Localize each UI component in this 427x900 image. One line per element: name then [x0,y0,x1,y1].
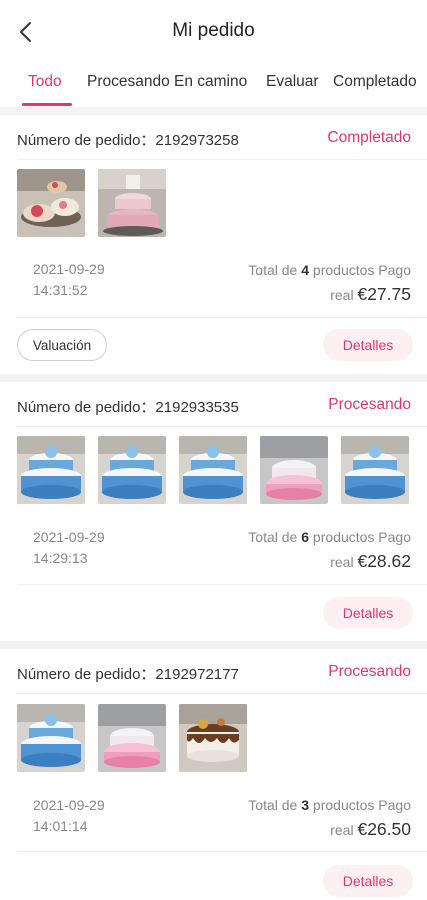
order-status: Procesando [328,396,411,413]
product-thumbnails [17,704,247,772]
order-date: 2021-09-29 [33,261,105,277]
tab-todo[interactable]: Todo [28,73,62,91]
divider [17,159,427,160]
order-price: €27.75 [357,284,411,304]
order-card: Número de pedido：2192973258 Completado 2… [0,115,427,374]
order-date: 2021-09-29 [33,529,105,545]
product-thumbnail[interactable] [98,704,166,772]
tab-completado[interactable]: Completado [333,73,417,91]
product-count: 6 [301,529,310,545]
order-price-line: real €26.50 [330,819,411,839]
tab-evaluar[interactable]: Evaluar [266,73,319,91]
divider [17,693,427,694]
order-time: 14:29:13 [33,550,88,566]
order-price-line: real €28.62 [330,551,411,571]
order-number: Número de pedido：2192972177 [17,666,239,683]
order-status: Completado [327,129,411,146]
order-tabs: Todo Procesando En camino Evaluar Comple… [0,62,427,107]
active-tab-indicator [22,103,72,106]
order-total-summary: Total de 6 productos Pago [248,529,411,545]
tab-procesando[interactable]: Procesando [87,73,170,91]
order-card: Número de pedido：2192972177 Procesando 2… [0,649,427,900]
order-number: Número de pedido：2192973258 [17,132,239,149]
divider [17,317,427,318]
product-count: 3 [301,797,310,813]
divider [17,851,427,852]
order-price: €28.62 [357,551,411,571]
order-price: €26.50 [357,819,411,839]
details-button[interactable]: Detalles [323,865,413,897]
divider [17,426,427,427]
app-header: Mi pedido [0,0,427,62]
product-thumbnail[interactable] [17,169,85,237]
order-time: 14:31:52 [33,282,88,298]
product-count: 4 [301,262,310,278]
order-number: Número de pedido：2192933535 [17,399,239,416]
page-title: Mi pedido [172,20,255,41]
product-thumbnail[interactable] [98,436,166,504]
product-thumbnail[interactable] [260,436,328,504]
order-status: Procesando [328,663,411,680]
order-date: 2021-09-29 [33,797,105,813]
product-thumbnail[interactable] [179,704,247,772]
divider [17,584,427,585]
valuation-button[interactable]: Valuación [17,329,107,361]
product-thumbnail[interactable] [17,704,85,772]
order-total-summary: Total de 4 productos Pago [248,262,411,278]
tab-en-camino[interactable]: En camino [174,73,247,91]
order-card: Número de pedido：2192933535 Procesando 2… [0,382,427,641]
product-thumbnails [17,169,166,237]
details-button[interactable]: Detalles [323,597,413,629]
product-thumbnail[interactable] [341,436,409,504]
order-time: 14:01:14 [33,818,88,834]
order-price-line: real €27.75 [330,284,411,304]
product-thumbnail[interactable] [17,436,85,504]
product-thumbnail[interactable] [98,169,166,237]
order-total-summary: Total de 3 productos Pago [248,797,411,813]
product-thumbnails [17,436,409,504]
details-button[interactable]: Detalles [323,329,413,361]
product-thumbnail[interactable] [179,436,247,504]
